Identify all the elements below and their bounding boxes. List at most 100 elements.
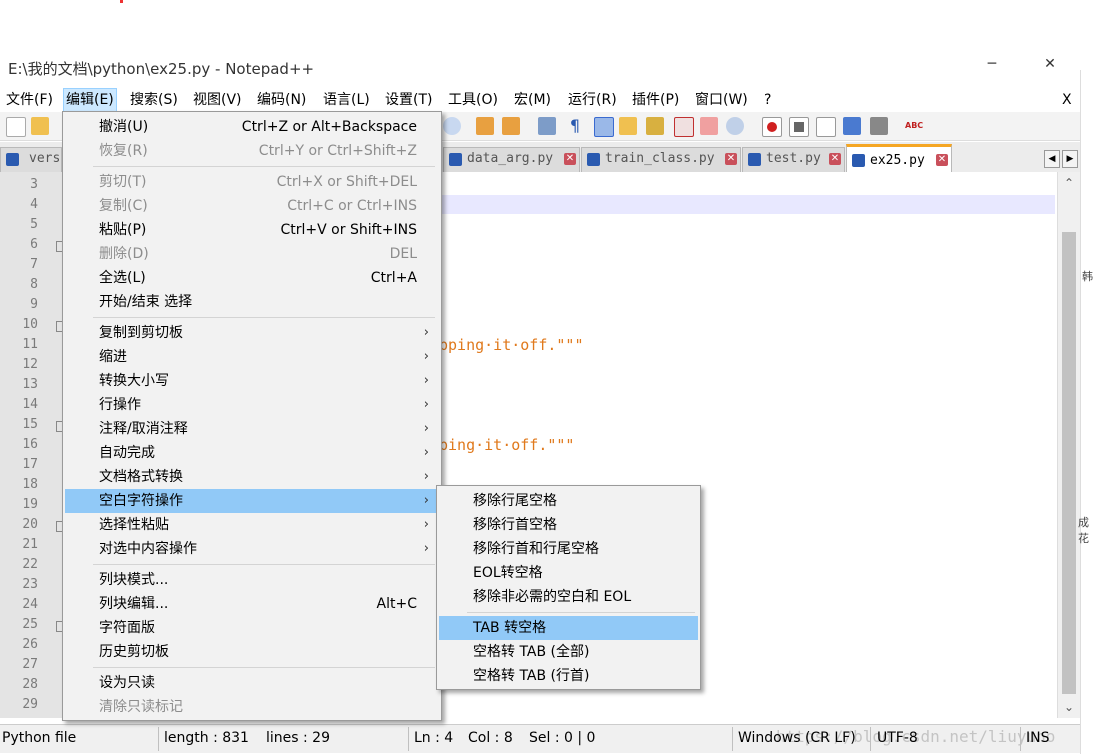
menu-item-copy[interactable]: 复制(C) Ctrl+C or Ctrl+INS xyxy=(65,194,439,218)
line-number: 8 xyxy=(30,277,38,292)
play-macro-icon[interactable] xyxy=(816,117,836,137)
status-bar: Python file length : 831 lines : 29 Ln :… xyxy=(0,724,1080,753)
status-divider xyxy=(732,727,733,751)
menu-item-delete[interactable]: 删除(D) DEL xyxy=(65,242,439,266)
close-window-button[interactable]: ✕ xyxy=(1030,56,1070,80)
tab-next-button[interactable]: ▶ xyxy=(1062,150,1078,168)
menu-item-redo[interactable]: 恢复(R) Ctrl+Y or Ctrl+Shift+Z xyxy=(65,139,439,163)
scroll-down-icon[interactable]: ⌄ xyxy=(1058,696,1080,718)
submenu-item-eol-to-space[interactable]: EOL转空格 xyxy=(439,561,698,585)
sync-horizontal-icon[interactable] xyxy=(502,117,520,135)
submenu-item-tab-to-space[interactable]: TAB 转空格 xyxy=(439,616,698,640)
show-all-chars-icon[interactable]: ¶ xyxy=(566,117,584,135)
menu-item-autocomplete[interactable]: 自动完成 › xyxy=(65,441,439,465)
vertical-scrollbar[interactable]: ⌃ ⌄ xyxy=(1057,172,1080,718)
status-divider xyxy=(408,727,409,751)
menu-plugins[interactable]: 插件(P) xyxy=(630,89,681,111)
menu-item-line-ops[interactable]: 行操作 › xyxy=(65,393,439,417)
menu-item-paste-special[interactable]: 选择性粘贴 › xyxy=(65,513,439,537)
new-file-icon[interactable] xyxy=(6,117,26,137)
status-eol: Windows (CR LF) xyxy=(738,730,856,746)
menu-macro[interactable]: 宏(M) xyxy=(512,89,553,111)
menu-item-on-selection[interactable]: 对选中内容操作 › xyxy=(65,537,439,561)
line-number: 16 xyxy=(22,437,38,452)
indent-guide-icon[interactable] xyxy=(594,117,614,137)
close-tab-icon[interactable]: ✕ xyxy=(564,153,576,165)
chevron-right-icon: › xyxy=(423,325,429,340)
menu-item-comment[interactable]: 注释/取消注释 › xyxy=(65,417,439,441)
menu-run[interactable]: 运行(R) xyxy=(566,89,619,111)
close-document-button[interactable]: X xyxy=(1060,89,1074,111)
tab-label: vers xyxy=(29,151,61,166)
line-number: 15 xyxy=(22,417,38,432)
submenu-item-trim-leading[interactable]: 移除行首空格 xyxy=(439,513,698,537)
background-text-fragment: 韩 xyxy=(1082,270,1093,283)
menu-view[interactable]: 视图(V) xyxy=(191,89,244,111)
line-number: 19 xyxy=(22,497,38,512)
run-multiple-icon[interactable] xyxy=(843,117,861,135)
code-line: ping·it·off.""" xyxy=(439,436,575,454)
menu-item-clear-readonly[interactable]: 清除只读标记 xyxy=(65,695,439,719)
save-macro-icon[interactable] xyxy=(870,117,888,135)
menu-item-eol-conversion[interactable]: 文档格式转换 › xyxy=(65,465,439,489)
menu-file[interactable]: 文件(F) xyxy=(4,89,55,111)
menu-item-set-readonly[interactable]: 设为只读 xyxy=(65,671,439,695)
menu-item-cut[interactable]: 剪切(T) Ctrl+X or Shift+DEL xyxy=(65,170,439,194)
scroll-up-icon[interactable]: ⌃ xyxy=(1058,172,1080,194)
submenu-item-space-to-tab-leading[interactable]: 空格转 TAB (行首) xyxy=(439,664,698,688)
zoom-icon[interactable] xyxy=(443,117,461,135)
submenu-item-space-to-tab-all[interactable]: 空格转 TAB (全部) xyxy=(439,640,698,664)
code-line: pping·it·off.""" xyxy=(439,336,584,354)
menu-item-clipboard-history[interactable]: 历史剪切板 xyxy=(65,640,439,664)
folder-workspace-icon[interactable] xyxy=(700,117,718,135)
line-number: 10 xyxy=(22,317,38,332)
open-folder-icon[interactable] xyxy=(31,117,49,135)
menu-item-begin-end-select[interactable]: 开始/结束 选择 xyxy=(65,290,439,314)
line-number: 4 xyxy=(30,197,38,212)
menu-item-undo[interactable]: 撤消(U) Ctrl+Z or Alt+Backspace xyxy=(65,115,439,139)
submenu-item-remove-unneeded[interactable]: 移除非必需的空白和 EOL xyxy=(439,585,698,609)
monitor-icon[interactable] xyxy=(726,117,744,135)
chevron-right-icon: › xyxy=(423,493,429,508)
fold-icon[interactable] xyxy=(619,117,637,135)
sync-vertical-icon[interactable] xyxy=(476,117,494,135)
submenu-item-trim-trailing[interactable]: 移除行尾空格 xyxy=(439,489,698,513)
word-wrap-icon[interactable] xyxy=(538,117,556,135)
doc-map-icon[interactable] xyxy=(646,117,664,135)
scrollbar-thumb[interactable] xyxy=(1062,232,1076,694)
menu-item-column-editor[interactable]: 列块编辑... Alt+C xyxy=(65,592,439,616)
menu-language[interactable]: 语言(L) xyxy=(321,89,372,111)
tab-ex25[interactable]: ex25.py ✕ xyxy=(846,144,952,175)
record-macro-icon[interactable] xyxy=(762,117,782,137)
menu-item-column-mode[interactable]: 列块模式... xyxy=(65,568,439,592)
menu-item-convert-case[interactable]: 转换大小写 › xyxy=(65,369,439,393)
close-tab-icon[interactable]: ✕ xyxy=(725,153,737,165)
menu-item-paste[interactable]: 粘贴(P) Ctrl+V or Shift+INS xyxy=(65,218,439,242)
menu-item-copy-to-clipboard[interactable]: 复制到剪切板 › xyxy=(65,321,439,345)
close-tab-icon[interactable]: ✕ xyxy=(829,153,841,165)
tab-train-class[interactable]: train_class.py ✕ xyxy=(581,147,741,172)
tab-prev-button[interactable]: ◀ xyxy=(1044,150,1060,168)
menu-bar: 文件(F) 编辑(E) 搜索(S) 视图(V) 编码(N) 语言(L) 设置(T… xyxy=(0,88,1080,112)
minimize-button[interactable]: ─ xyxy=(972,56,1012,80)
menu-settings[interactable]: 设置(T) xyxy=(383,89,434,111)
menu-edit[interactable]: 编辑(E) xyxy=(63,88,117,112)
tab-data-arg[interactable]: data_arg.py ✕ xyxy=(443,147,580,172)
tab-test[interactable]: test.py ✕ xyxy=(742,147,845,172)
menu-item-select-all[interactable]: 全选(L) Ctrl+A xyxy=(65,266,439,290)
menu-help[interactable]: ? xyxy=(762,89,773,111)
menu-window[interactable]: 窗口(W) xyxy=(693,89,750,111)
tab-vers[interactable]: vers xyxy=(0,147,62,172)
close-tab-icon[interactable]: ✕ xyxy=(936,154,948,166)
menu-item-char-panel[interactable]: 字符面版 xyxy=(65,616,439,640)
menu-tools[interactable]: 工具(O) xyxy=(446,89,500,111)
menu-search[interactable]: 搜索(S) xyxy=(128,89,180,111)
function-list-icon[interactable] xyxy=(674,117,694,137)
line-number: 17 xyxy=(22,457,38,472)
stop-macro-icon[interactable] xyxy=(789,117,809,137)
menu-encoding[interactable]: 编码(N) xyxy=(255,89,308,111)
menu-item-blank-ops[interactable]: 空白字符操作 › xyxy=(65,489,439,513)
menu-item-indent[interactable]: 缩进 › xyxy=(65,345,439,369)
spell-check-icon[interactable]: ABC xyxy=(905,117,923,135)
submenu-item-trim-both[interactable]: 移除行首和行尾空格 xyxy=(439,537,698,561)
